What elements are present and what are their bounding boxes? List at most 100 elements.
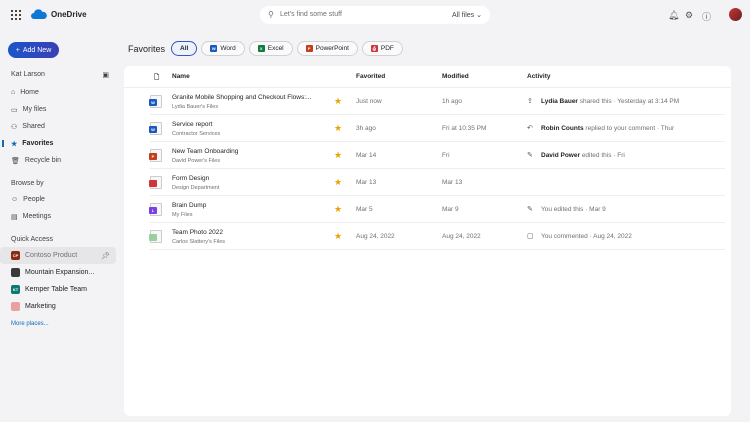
file-type-badge: W [149,126,157,133]
file-name[interactable]: Service report [172,121,212,128]
site-logo-icon [11,268,20,277]
file-type-icon: 🗋 [154,73,159,84]
sidebar-item-shared[interactable]: ⚇Shared [0,118,120,135]
quick-access-item[interactable]: KTKemper Table Team [0,281,116,298]
favorited-date: Mar 5 [356,206,373,213]
quick-access-item[interactable]: CPContoso Product📌︎ [0,247,116,264]
file-list: 🗋 Name Favorited Modified Activity W Gra… [124,66,731,416]
star-icon[interactable]: ★ [334,150,342,161]
quick-access-label: Mountain Expansion... [25,269,94,276]
app-launcher-icon[interactable] [11,10,21,20]
star-icon[interactable]: ★ [334,204,342,215]
site-logo-icon: CP [11,251,20,260]
sidebar-item-favorites[interactable]: ★Favorites [0,135,120,152]
add-new-button[interactable]: +Add New [8,42,59,58]
browse-item-people[interactable]: ☺People [0,191,120,208]
column-modified[interactable]: Modified [442,73,469,80]
filter-label: PowerPoint [316,45,349,52]
avatar[interactable] [729,8,742,21]
filter-pdf[interactable]: ⎙PDF [362,41,403,56]
column-name[interactable]: Name [172,73,190,80]
quick-access-item[interactable]: Mountain Expansion... [0,264,116,281]
people-icon: ☺ [11,196,18,203]
search-input[interactable]: ⚲ Let's find some stuff All files ⌄ [260,6,490,24]
onedrive-logo-icon [31,9,47,19]
star-icon[interactable]: ★ [334,177,342,188]
sidebar: Kat Larson ▣ ⌂Home▭My files⚇Shared★Favori… [0,66,120,333]
collapse-pane-icon[interactable]: ▣ [102,71,109,79]
file-name[interactable]: Granite Mobile Shopping and Checkout Flo… [172,94,311,101]
activity-text: Robin Counts replied to your comment · T… [541,125,674,132]
favorited-date: Aug 24, 2022 [356,233,395,240]
site-logo-icon [11,302,20,311]
table-header: 🗋 Name Favorited Modified Activity [124,66,731,88]
column-activity[interactable]: Activity [527,73,550,80]
table-row[interactable]: L Brain Dump My Files ★ Mar 5 Mar 9 ✎ Yo… [150,196,725,223]
file-icon: L [150,203,162,216]
app-name: OneDrive [51,10,87,19]
search-scope-label: All files [452,12,474,19]
favorites-icon: ★ [11,140,17,148]
file-name[interactable]: New Team Onboarding [172,148,238,155]
table-row[interactable]: W Service report Contractor Services ★ 3… [150,115,725,142]
file-location: Contractor Services [172,131,220,137]
activity-icon: ✎ [527,205,533,213]
activity-description: You commented · Aug 24, 2022 [541,233,632,240]
file-icon: P [150,149,162,162]
modified-date: Mar 9 [442,206,459,213]
star-icon[interactable]: ★ [334,96,342,107]
sidebar-item-label: My files [23,106,47,113]
filter-excel[interactable]: XExcel [249,41,293,56]
sidebar-item-home[interactable]: ⌂Home [0,84,120,101]
filter-label: Word [220,45,235,52]
top-bar: OneDrive ⚲ Let's find some stuff All fil… [0,0,750,32]
table-row[interactable]: Team Photo 2022 Carlos Slattery's Files … [150,223,725,250]
filter-word[interactable]: WWord [201,41,244,56]
activity-actor: David Power [541,152,580,159]
file-name[interactable]: Team Photo 2022 [172,229,223,236]
recycle-bin-icon: 🗑 [11,157,20,165]
search-icon: ⚲ [268,10,274,19]
table-row[interactable]: W Granite Mobile Shopping and Checkout F… [150,88,725,115]
home-icon: ⌂ [11,89,15,96]
shared-icon: ⚇ [11,123,17,131]
file-location: My Files [172,212,192,218]
excel-icon: X [258,45,265,52]
table-row[interactable]: Form Design Design Department ★ Mar 13 M… [150,169,725,196]
file-location: Carlos Slattery's Files [172,239,225,245]
user-name: Kat Larson [11,71,45,79]
star-icon[interactable]: ★ [334,123,342,134]
star-icon[interactable]: ★ [334,231,342,242]
file-name[interactable]: Form Design [172,175,209,182]
file-type-badge [149,234,157,241]
table-row[interactable]: P New Team Onboarding David Power's File… [150,142,725,169]
file-type-badge: L [149,207,157,214]
filter-powerpoint[interactable]: PPowerPoint [297,41,358,56]
quick-access-item[interactable]: Marketing [0,298,116,315]
pin-icon[interactable]: 📌︎ [101,252,110,260]
bell-icon[interactable]: 🔔︎ [668,10,679,21]
file-location: Design Department [172,185,219,191]
gear-icon[interactable]: ⚙ [685,10,693,21]
file-name[interactable]: Brain Dump [172,202,206,209]
browse-item-meetings[interactable]: ▤Meetings [0,208,120,225]
activity-icon: ✎ [527,151,533,159]
activity-description: shared this · Yesterday at 3:14 PM [578,98,679,105]
activity-description: You edited this · Mar 9 [541,206,606,213]
add-new-label: Add New [23,47,51,54]
sidebar-item-recycle-bin[interactable]: 🗑Recycle bin [0,152,120,169]
activity-description: edited this · Fri [580,152,625,159]
sidebar-item-my-files[interactable]: ▭My files [0,101,120,118]
file-icon: W [150,95,162,108]
pdf-icon: ⎙ [371,45,378,52]
filter-all[interactable]: All [171,41,197,56]
filter-pills: All WWord XExcel PPowerPoint ⎙PDF [171,41,403,56]
more-places-link[interactable]: More places... [0,315,120,333]
column-favorited[interactable]: Favorited [356,73,385,80]
file-icon [150,176,162,189]
browse-item-label: Meetings [23,213,51,220]
activity-text: David Power edited this · Fri [541,152,625,159]
help-icon[interactable]: ⓘ [702,10,711,23]
search-scope-dropdown[interactable]: All files ⌄ [452,11,482,19]
favorited-date: 3h ago [356,125,376,132]
